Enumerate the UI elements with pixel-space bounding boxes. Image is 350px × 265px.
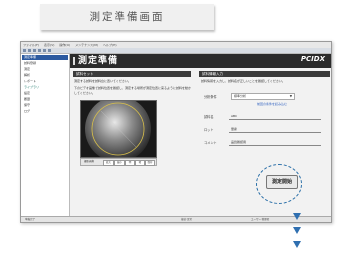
field-label: 分析条件 [204, 95, 217, 99]
arrow-down-icon [293, 213, 301, 220]
arrow-down-icon [293, 241, 301, 248]
chevron-down-icon: ▼ [289, 94, 292, 98]
sidebar-item[interactable]: 解析 [22, 73, 68, 78]
arrow-down-icon [293, 227, 301, 234]
sidebar-item[interactable]: 測定 [22, 67, 68, 72]
screen-banner: 測定準備 PCIDX [70, 54, 331, 68]
status-bar: 準備完了 接続:正常 ユーザー:管理者 [21, 216, 331, 222]
menu-view[interactable]: 表示(V) [44, 43, 54, 47]
sidebar: 測定準備 試料登録 測定 解析 レポート ライブラリ 設定 履歴 保守 ログ [21, 54, 70, 217]
toolbar-icon[interactable] [48, 49, 51, 52]
sample-info-heading: 試料情報入力 [199, 71, 330, 77]
screen-title: 測定準備 [78, 56, 119, 66]
camera-controls: 撮影画像 拡大 縮小 明 暗 保存 [80, 158, 157, 166]
menu-operation[interactable]: 操作(O) [59, 43, 70, 47]
sample-set-heading: 試料セット [73, 71, 191, 77]
load-previous-link[interactable]: 前回の条件を読み込む [257, 102, 287, 106]
sidebar-item[interactable]: ライブラリ [22, 85, 68, 90]
sample-info-note: 試料情報を入力し、試料名が正しいことを確認してください。 [201, 79, 285, 83]
page-caption: 測定準備画面 [40, 4, 214, 30]
zoom-out-button[interactable]: 縮小 [114, 160, 125, 166]
camera-label: 撮影画像 [84, 160, 95, 163]
lot-value: 量産 [231, 127, 238, 131]
sample-name-value: ABC [231, 114, 238, 118]
comment-value: 品質確認用 [231, 140, 247, 144]
banner-mark [73, 57, 75, 65]
field-label: 試料名 [204, 115, 214, 119]
sidebar-item[interactable]: 測定準備 [22, 55, 68, 60]
sidebar-item[interactable]: 履歴 [22, 97, 68, 102]
field-label: コメント [204, 141, 217, 145]
toolbar-icon[interactable] [23, 49, 26, 52]
status-ready: 準備完了 [25, 218, 36, 221]
sidebar-item[interactable]: 設定 [22, 91, 68, 96]
toolbar-icon[interactable] [33, 49, 36, 52]
comment-field[interactable]: 品質確認用 [229, 140, 321, 146]
sample-image [81, 101, 156, 157]
save-image-button[interactable]: 保存 [145, 160, 155, 166]
status-user: ユーザー:管理者 [251, 218, 270, 221]
menu-file[interactable]: ファイル(F) [23, 43, 39, 47]
start-measurement-button[interactable]: 測定開始 [266, 175, 298, 189]
status-connection: 接続:正常 [181, 218, 192, 221]
toolbar-icon[interactable] [38, 49, 41, 52]
menu-maintenance[interactable]: メンテナンス(M) [75, 43, 98, 47]
sidebar-item[interactable]: レポート [22, 79, 68, 84]
sample-name-field[interactable]: ABC [229, 114, 321, 120]
sample-set-instruction-1: 測定する試料を試料台に置いてください。 [74, 79, 131, 83]
toolbar-icon[interactable] [43, 49, 46, 52]
sidebar-item[interactable]: ログ [22, 109, 68, 114]
toolbar-icon[interactable] [28, 49, 31, 52]
sidebar-item[interactable]: 保守 [22, 103, 68, 108]
darker-button[interactable]: 暗 [135, 160, 145, 166]
condition-select[interactable]: 標準分析 ▼ [231, 93, 295, 100]
condition-value: 標準分析 [234, 94, 247, 98]
lot-field[interactable]: 量産 [229, 127, 321, 133]
sample-set-instruction-2: 下のビデオ画像で試料位置を確認し、測定する場所が測定位置に来るように試料を動かし… [74, 86, 192, 95]
brighter-button[interactable]: 明 [125, 160, 135, 166]
sidebar-item[interactable]: 試料登録 [22, 61, 68, 66]
menu-help[interactable]: ヘルプ(H) [103, 43, 117, 47]
field-label: ロット [204, 128, 214, 132]
zoom-in-button[interactable]: 拡大 [103, 160, 114, 166]
camera-view [80, 100, 157, 158]
product-logo: PCIDX [300, 55, 325, 63]
